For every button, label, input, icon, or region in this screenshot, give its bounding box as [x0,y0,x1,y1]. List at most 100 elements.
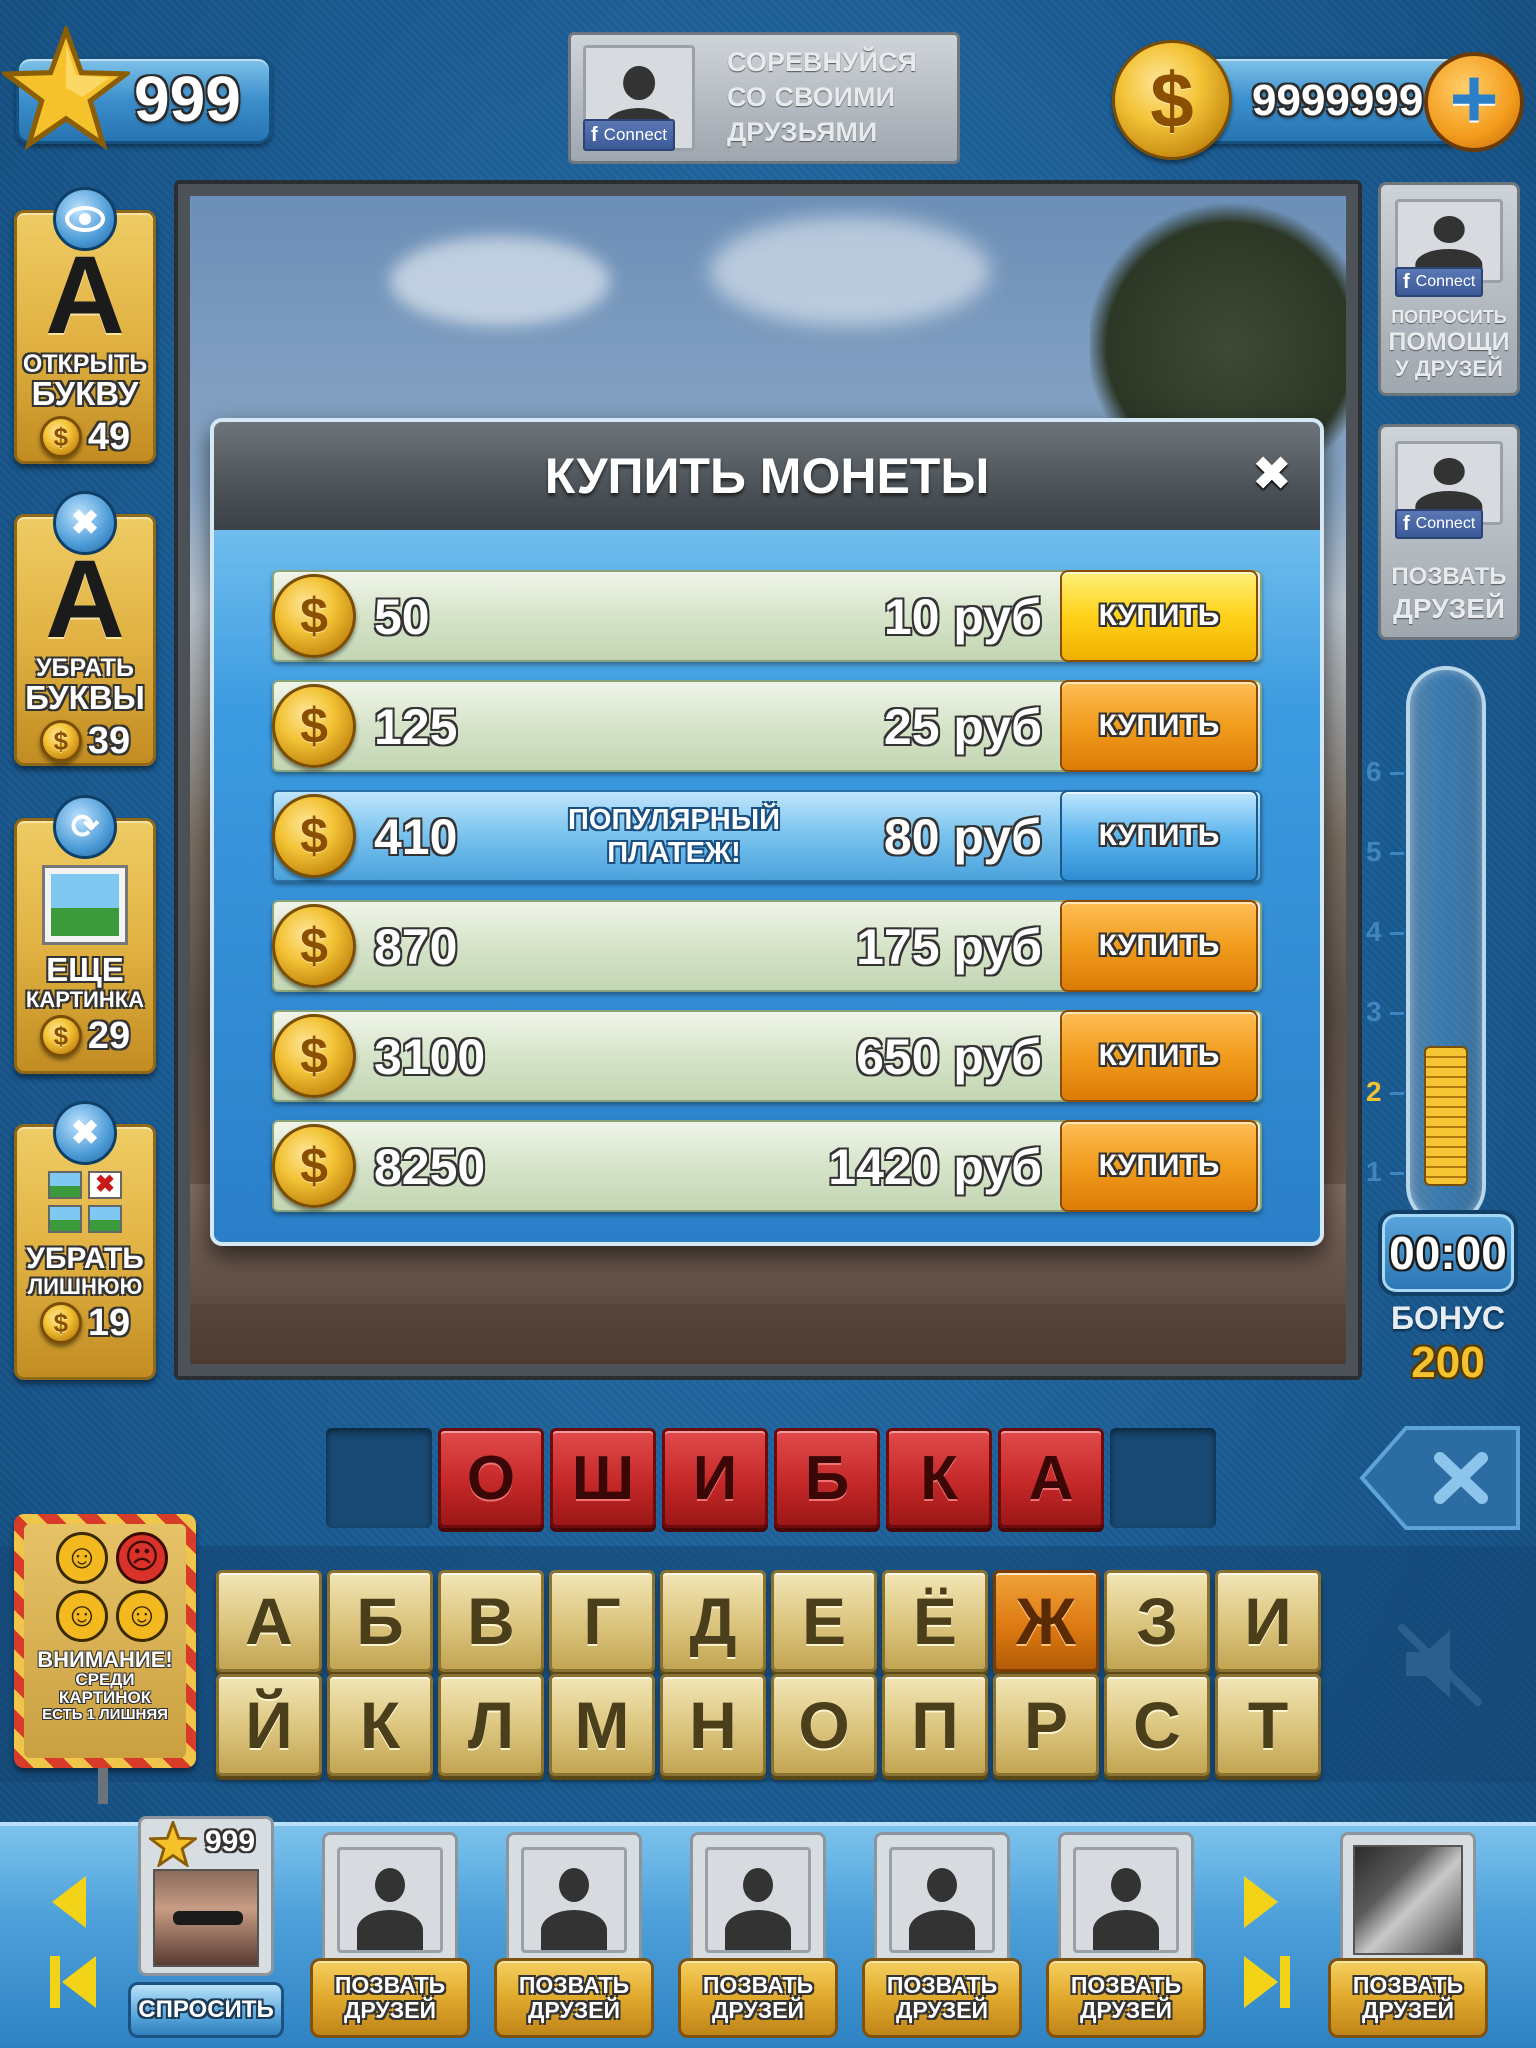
keyboard-letter[interactable]: С [1104,1674,1210,1776]
bonus-scale-tick [1390,1092,1404,1095]
friend-card-photo [1340,1832,1476,1968]
avatar-placeholder [705,1847,811,1953]
keyboard-letter[interactable]: М [549,1674,655,1776]
answer-letter[interactable]: О [438,1428,544,1528]
avatar-placeholder [337,1847,443,1953]
ask-button[interactable]: СПРОСИТЬ [128,1982,284,2038]
offer-price: 650 руб [856,1029,1042,1085]
bonus-coin-stack [1424,1046,1468,1186]
coin-icon: $ [1112,40,1232,160]
star-icon [149,1821,197,1867]
keyboard-letter[interactable]: Т [1215,1674,1321,1776]
buy-button[interactable]: КУПИТЬ [1060,790,1258,882]
sound-muted-icon[interactable] [1392,1616,1488,1712]
smiley-happy-icon: ☺ [56,1532,108,1584]
coin-icon: $ [272,1124,356,1208]
hint-price: $ 19 [39,1302,130,1345]
bonus-scale-label: 6 [1366,756,1382,787]
keyboard-letter[interactable]: Р [993,1674,1099,1776]
smiley-happy-icon: ☺ [56,1590,108,1642]
bonus-scale: 6 5 4 3 2 1 [1366,756,1406,1196]
close-icon[interactable]: ✖ [1252,446,1292,502]
facebook-connect-button[interactable]: f Connect [1395,267,1484,297]
bonus-scale-tick [1390,852,1404,855]
buy-button[interactable]: КУПИТЬ [1060,570,1258,662]
next-arrow[interactable] [1244,1876,1278,1928]
keyboard-letter[interactable]: И [1215,1570,1321,1672]
keyboard-letter[interactable]: Е [771,1570,877,1672]
offer-amount: 870 [374,919,458,975]
buy-button[interactable]: КУПИТЬ [1060,1010,1258,1102]
facebook-connect-button[interactable]: f Connect [1395,509,1484,539]
coin-icon: $ [272,574,356,658]
keyboard-letter[interactable]: Й [216,1674,322,1776]
prev-arrow[interactable] [52,1876,86,1928]
invite-friends-button[interactable]: ПОЗВАТЬ ДРУЗЕЙ [310,1958,470,2038]
offer-row: $ 3100 650 руб КУПИТЬ [272,1010,1262,1102]
friend-card [874,1832,1010,1968]
bonus-scale-tick [1390,932,1404,935]
keyboard-letter[interactable]: Ё [882,1570,988,1672]
offer-price: 1420 руб [828,1139,1042,1195]
keyboard-letter[interactable]: Ж [993,1570,1099,1672]
keyboard-letter[interactable]: П [882,1674,988,1776]
invite-friends-button[interactable]: ПОЗВАТЬ ДРУЗЕЙ [862,1958,1022,2038]
modal-title: КУПИТЬ МОНЕТЫ [544,448,990,504]
add-coins-button[interactable]: + [1424,52,1524,152]
modal-header: КУПИТЬ МОНЕТЫ ✖ [214,422,1320,530]
answer-letter[interactable]: А [998,1428,1104,1528]
offer-row: $ 50 10 руб КУПИТЬ [272,570,1262,662]
keyboard-letter[interactable]: К [327,1674,433,1776]
bonus-scale-tick [1390,1172,1404,1175]
offer-amount: 3100 [374,1029,486,1085]
keyboard-letter[interactable]: З [1104,1570,1210,1672]
keyboard-letter[interactable]: Л [438,1674,544,1776]
plus-icon: + [1449,51,1499,145]
keyboard-letter[interactable]: В [438,1570,544,1672]
competition-text: СОРЕВНУЙСЯ СО СВОИМИ ДРУЗЬЯМИ [727,47,917,148]
avatar-placeholder [889,1847,995,1953]
answer-letter[interactable]: К [886,1428,992,1528]
answer-letter[interactable]: Ш [550,1428,656,1528]
invite-friends-button[interactable]: ПОЗВАТЬ ДРУЗЕЙ [494,1958,654,2038]
picture-icon [42,865,128,945]
keyboard-letter[interactable]: Н [660,1674,766,1776]
hint-remove-extra[interactable]: ✖ ✖ УБРАТЬ ЛИШНЮЮ $ 19 [14,1101,156,1380]
offer-row: $ 870 175 руб КУПИТЬ [272,900,1262,992]
backspace-icon [1359,1426,1520,1530]
backspace-button[interactable] [1358,1424,1522,1532]
coin-icon: $ [272,904,356,988]
answer-letter[interactable]: Б [774,1428,880,1528]
hint-open-letter[interactable]: A ОТКРЫТЬ БУКВУ $ 49 [14,187,156,464]
buy-button[interactable]: КУПИТЬ [1060,680,1258,772]
bonus-scale-label: 4 [1366,916,1382,947]
ask-friends-help-button[interactable]: f Connect ПОПРОСИТЬ ПОМОЩИ У ДРУЗЕЙ [1378,182,1520,396]
keyboard-letter[interactable]: Б [327,1570,433,1672]
buy-button[interactable]: КУПИТЬ [1060,1120,1258,1212]
friend-card [322,1832,458,1968]
invite-friends-button[interactable]: ПОЗВАТЬ ДРУЗЕЙ [678,1958,838,2038]
keyboard-letter[interactable]: А [216,1570,322,1672]
keyboard-letter[interactable]: Д [660,1570,766,1672]
competition-banner[interactable]: f Connect СОРЕВНУЙСЯ СО СВОИМИ ДРУЗЬЯМИ [568,32,960,164]
hint-another-picture[interactable]: ⟳ ЕЩЕ КАРТИНКА $ 29 [14,795,156,1074]
keyboard-letter[interactable]: О [771,1674,877,1776]
last-arrow[interactable] [1244,1952,1304,2012]
remove-icon: ✖ [53,1101,117,1165]
invite-friends-button[interactable]: ПОЗВАТЬ ДРУЗЕЙ [1046,1958,1206,2038]
keyboard-letter[interactable]: Г [549,1570,655,1672]
hint-remove-letters[interactable]: ✖ A УБРАТЬ БУКВЫ $ 39 [14,491,156,766]
invite-friends-side-button[interactable]: f Connect ПОЗВАТЬ ДРУЗЕЙ [1378,424,1520,640]
invite-friends-button[interactable]: ПОЗВАТЬ ДРУЗЕЙ [1328,1958,1488,2038]
facebook-connect-button[interactable]: f Connect [583,119,675,151]
offer-price: 80 руб [883,809,1042,865]
eye-icon [53,187,117,251]
first-arrow[interactable] [50,1952,110,2012]
warning-sign: ☺ ☹ ☺ ☺ ВНИМАНИЕ! СРЕДИ КАРТИНОК ЕСТЬ 1 … [14,1514,196,1768]
answer-letter[interactable]: И [662,1428,768,1528]
player-stars: 999 [205,1825,256,1858]
offer-row: $ 125 25 руб КУПИТЬ [272,680,1262,772]
friend-card [690,1832,826,1968]
warning-title: ВНИМАНИЕ! [37,1647,173,1672]
buy-button[interactable]: КУПИТЬ [1060,900,1258,992]
